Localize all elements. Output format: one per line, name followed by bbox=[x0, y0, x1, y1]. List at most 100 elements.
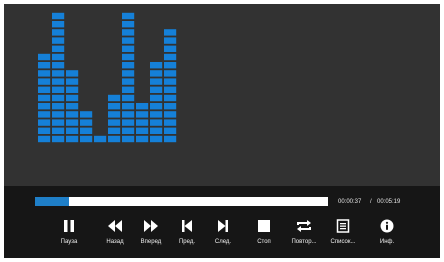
visualizer-block bbox=[94, 135, 107, 143]
rewind-label: Назад bbox=[106, 239, 124, 245]
visualizer-block bbox=[38, 78, 51, 85]
visualizer-block bbox=[52, 103, 65, 110]
visualizer-block bbox=[52, 86, 65, 93]
visualizer-block bbox=[150, 111, 163, 118]
stop-label: Стоп bbox=[257, 239, 271, 245]
visualizer-block bbox=[136, 119, 149, 126]
fast-forward-icon bbox=[141, 217, 161, 235]
repeat-button[interactable]: Повтор... bbox=[287, 213, 321, 249]
next-label: След. bbox=[214, 239, 232, 245]
visualizer-block bbox=[122, 62, 135, 69]
visualizer-block bbox=[52, 37, 65, 44]
info-icon bbox=[377, 217, 397, 235]
visualizer-block bbox=[52, 21, 65, 28]
visualizer-block bbox=[66, 70, 79, 77]
visualizer-block bbox=[80, 135, 93, 143]
visualizer-block bbox=[122, 135, 135, 143]
visualizer-block bbox=[66, 135, 79, 143]
visualizer-block bbox=[52, 70, 65, 77]
fast-forward-button[interactable]: Вперед bbox=[134, 213, 168, 249]
visualizer-block bbox=[122, 86, 135, 93]
visualizer-block bbox=[150, 103, 163, 110]
visualizer-block bbox=[38, 135, 51, 143]
visualizer-block bbox=[150, 70, 163, 77]
visualizer-block bbox=[66, 111, 79, 118]
visualizer-block bbox=[164, 94, 177, 102]
visualizer-block bbox=[150, 94, 163, 102]
visualizer-block bbox=[122, 78, 135, 85]
info-button[interactable]: Инф. bbox=[370, 213, 404, 249]
visualizer-block bbox=[52, 111, 65, 118]
visualizer-block bbox=[38, 86, 51, 93]
visualizer-block bbox=[52, 94, 65, 102]
visualizer-block bbox=[108, 135, 121, 143]
previous-button[interactable]: Пред. bbox=[170, 213, 204, 249]
stop-button[interactable]: Стоп bbox=[247, 213, 281, 249]
visualizer-block bbox=[52, 135, 65, 143]
visualizer-block bbox=[136, 135, 149, 143]
visualizer-block bbox=[122, 21, 135, 28]
visualizer-block bbox=[122, 70, 135, 77]
visualizer-block bbox=[150, 86, 163, 93]
next-button[interactable]: След. bbox=[206, 213, 240, 249]
visualizer-block bbox=[80, 119, 93, 126]
visualizer-block bbox=[108, 111, 121, 118]
total-time: 00:05:19 bbox=[377, 199, 401, 205]
visualizer-block bbox=[66, 78, 79, 85]
visualizer-block bbox=[164, 37, 177, 44]
visualizer-block bbox=[164, 86, 177, 93]
visualizer-block bbox=[66, 119, 79, 126]
visualizer-block bbox=[150, 127, 163, 134]
playlist-button[interactable]: Список... bbox=[326, 213, 360, 249]
visualizer-block bbox=[66, 86, 79, 93]
previous-label: Пред. bbox=[178, 239, 196, 245]
playback-control-bar: 00:00:37 / 00:05:19 Пауза Назад Вперед П… bbox=[4, 186, 440, 258]
visualizer-block bbox=[38, 103, 51, 110]
visualizer-block bbox=[122, 37, 135, 44]
visualizer-block bbox=[122, 111, 135, 118]
pause-button[interactable]: Пауза bbox=[52, 213, 86, 249]
visualizer-block bbox=[122, 29, 135, 36]
visualizer-block bbox=[122, 119, 135, 126]
progress-fill bbox=[35, 197, 69, 206]
visualizer-block bbox=[136, 127, 149, 134]
visualizer-block bbox=[122, 127, 135, 134]
visualizer-block bbox=[66, 94, 79, 102]
visualizer-block bbox=[122, 12, 135, 20]
visualizer-block bbox=[52, 53, 65, 61]
visualizer-block bbox=[38, 70, 51, 77]
visualizer-block bbox=[122, 94, 135, 102]
visualizer-block bbox=[52, 45, 65, 52]
visualizer-block bbox=[38, 111, 51, 118]
visualizer-block bbox=[150, 135, 163, 143]
progress-bar[interactable] bbox=[35, 197, 328, 206]
pause-icon bbox=[59, 217, 79, 235]
visualizer-block bbox=[66, 103, 79, 110]
visualizer-block bbox=[52, 78, 65, 85]
visualizer-block bbox=[136, 111, 149, 118]
audio-visualizer bbox=[38, 12, 177, 143]
visualizer-block bbox=[150, 119, 163, 126]
visualizer-block bbox=[164, 45, 177, 52]
repeat-label: Повтор... bbox=[291, 239, 317, 245]
visualizer-block bbox=[122, 103, 135, 110]
visualizer-block bbox=[38, 62, 51, 69]
visualizer-block bbox=[164, 111, 177, 118]
rewind-button[interactable]: Назад bbox=[98, 213, 132, 249]
visualizer-block bbox=[164, 29, 177, 36]
visualizer-block bbox=[164, 62, 177, 69]
visualizer-block bbox=[136, 103, 149, 110]
time-separator: / bbox=[370, 199, 372, 205]
stop-icon bbox=[254, 217, 274, 235]
repeat-icon bbox=[294, 217, 314, 235]
visualizer-block bbox=[164, 70, 177, 77]
info-label: Инф. bbox=[379, 239, 395, 245]
visualizer-block bbox=[52, 29, 65, 36]
visualizer-block bbox=[150, 78, 163, 85]
visualizer-block bbox=[66, 127, 79, 134]
visualizer-block bbox=[164, 127, 177, 134]
skip-next-icon bbox=[213, 217, 233, 235]
visualizer-block bbox=[150, 62, 163, 69]
visualizer-block bbox=[38, 94, 51, 102]
visualizer-block bbox=[108, 127, 121, 134]
